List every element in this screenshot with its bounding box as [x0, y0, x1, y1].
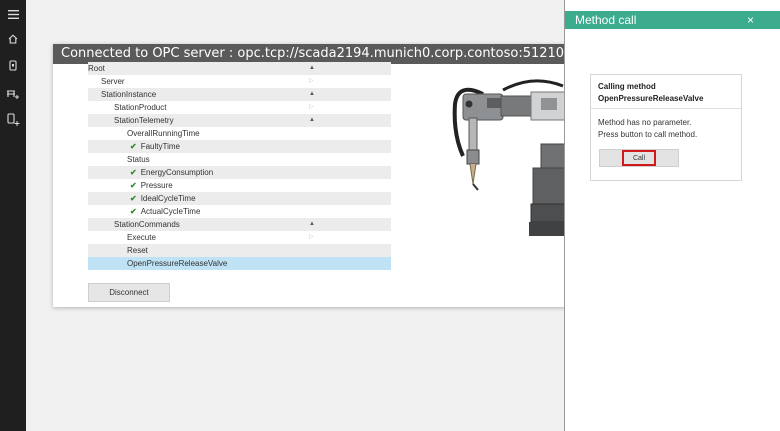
collapse-arrow-icon[interactable]: ▷ [309, 75, 314, 88]
method-call-pane: Method call × Calling method OpenPressur… [564, 0, 780, 431]
disconnect-button[interactable]: Disconnect [88, 283, 170, 302]
method-call-header: Method call × [565, 11, 780, 29]
tree-node[interactable]: Server ▷ [88, 75, 391, 88]
tree-node-text: StationTelemetry [114, 116, 174, 125]
tree-node-label: OpenPressureReleaseValve [127, 257, 227, 270]
tree-node[interactable]: Status [88, 153, 391, 166]
tree-node-text: Status [127, 155, 150, 164]
expand-arrow-icon[interactable]: ▲ [309, 88, 315, 101]
add-station-icon[interactable] [0, 82, 26, 104]
tree-node-text: Server [101, 77, 125, 86]
tree-node-label: StationInstance [101, 88, 156, 101]
method-info-line1: Method has no parameter. [598, 118, 692, 127]
expand-arrow-icon[interactable]: ▲ [309, 114, 315, 127]
tree-node-text: OverallRunningTime [127, 129, 200, 138]
tree-node-text: IdealCycleTime [140, 194, 196, 203]
tree-node[interactable]: StationProduct ▷ [88, 101, 391, 114]
tree-node[interactable]: ✔ Pressure [88, 179, 391, 192]
connection-title: Connected to OPC server : opc.tcp://scad… [53, 44, 564, 64]
tree-node-label: Status [127, 153, 150, 166]
close-icon[interactable]: × [747, 11, 754, 29]
tree-node[interactable]: ✔ FaultyTime [88, 140, 391, 153]
call-button[interactable]: Call [599, 149, 679, 167]
collapse-arrow-icon[interactable]: ▷ [309, 231, 314, 244]
home-icon[interactable] [0, 28, 26, 50]
tree-node[interactable]: ✔ IdealCycleTime [88, 192, 391, 205]
tree-node-text: StationInstance [101, 90, 157, 99]
tree-node-label: StationProduct [114, 101, 166, 114]
tree-node-label: Reset [127, 244, 148, 257]
tree-node-text: Root [88, 64, 105, 73]
tree-node-label: Execute [127, 231, 156, 244]
tree-node-label: ✔ EnergyConsumption [130, 166, 213, 179]
tree-node[interactable]: ✔ EnergyConsumption [88, 166, 391, 179]
tree-node[interactable]: OpenPressureReleaseValve [88, 257, 391, 270]
tree-node-label: ✔ ActualCycleTime [130, 205, 200, 218]
tree-node-label: OverallRunningTime [127, 127, 200, 140]
checkmark-icon: ✔ [130, 207, 137, 216]
method-name: OpenPressureReleaseValve [598, 94, 704, 103]
method-call-title: Method call [575, 13, 637, 27]
tree-node[interactable]: StationInstance ▲ [88, 88, 391, 101]
robot-arm-image [413, 64, 564, 236]
tree-node-text: StationCommands [114, 220, 180, 229]
tree-node-label: Root [88, 62, 105, 75]
checkmark-icon: ✔ [130, 142, 137, 151]
tree-node[interactable]: Reset [88, 244, 391, 257]
collapse-arrow-icon[interactable]: ▷ [309, 101, 314, 114]
tree-node[interactable]: StationCommands ▲ [88, 218, 391, 231]
tree-node[interactable]: StationTelemetry ▲ [88, 114, 391, 127]
call-button-label: Call [622, 150, 656, 166]
tree-node-text: Pressure [140, 181, 173, 190]
checkmark-icon: ✔ [130, 168, 137, 177]
tree-node[interactable]: Execute ▷ [88, 231, 391, 244]
tree-node-label: StationCommands [114, 218, 180, 231]
method-card-body: Method has no parameter. Press button to… [598, 117, 697, 141]
tree-node-label: ✔ FaultyTime [130, 140, 180, 153]
tree-node-text: Reset [127, 246, 148, 255]
tree-node-text: ActualCycleTime [140, 207, 201, 216]
expand-arrow-icon[interactable]: ▲ [309, 62, 315, 75]
expand-arrow-icon[interactable]: ▲ [309, 218, 315, 231]
hamburger-icon[interactable] [0, 3, 26, 25]
device-icon[interactable] [0, 54, 26, 76]
tree-node[interactable]: Root ▲ [88, 62, 391, 75]
checkmark-icon: ✔ [130, 181, 137, 190]
tree-node-text: EnergyConsumption [140, 168, 214, 177]
tree-node-text: StationProduct [114, 103, 167, 112]
tree-node-text: FaultyTime [140, 142, 180, 151]
tree-node-label: Server [101, 75, 125, 88]
checkmark-icon: ✔ [130, 194, 137, 203]
method-call-card: Calling method OpenPressureReleaseValve … [590, 74, 742, 181]
tree-node[interactable]: OverallRunningTime [88, 127, 391, 140]
add-device-icon[interactable] [0, 108, 26, 130]
tree-node-label: ✔ IdealCycleTime [130, 192, 196, 205]
nav-rail [0, 0, 26, 431]
tree-node-text: Execute [127, 233, 156, 242]
tree-node[interactable]: ✔ ActualCycleTime [88, 205, 391, 218]
method-card-title-line1: Calling method [598, 82, 656, 91]
tree-node-label: StationTelemetry [114, 114, 174, 127]
tree-node-label: ✔ Pressure [130, 179, 173, 192]
opc-node-tree: Root ▲ Server ▷ StationInstance ▲ StationProdu… [88, 62, 391, 270]
main-area: Connected to OPC server : opc.tcp://scad… [26, 0, 564, 431]
tree-node-text: OpenPressureReleaseValve [127, 259, 228, 268]
method-info-line2: Press button to call method. [598, 130, 698, 139]
method-card-title: Calling method OpenPressureReleaseValve [591, 75, 741, 109]
opc-browser-panel: Connected to OPC server : opc.tcp://scad… [53, 44, 564, 307]
